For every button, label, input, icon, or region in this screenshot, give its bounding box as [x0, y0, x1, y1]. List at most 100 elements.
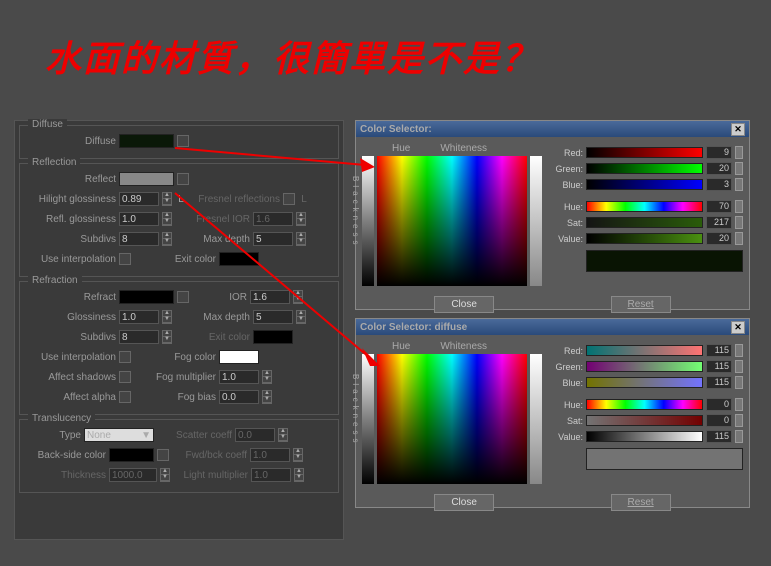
cs1-close-button[interactable]: ✕ — [731, 123, 745, 136]
refract-swatch[interactable] — [119, 290, 174, 304]
cs1-sat-input[interactable]: 217 — [706, 216, 732, 229]
cs2-value-input[interactable]: 115 — [706, 430, 732, 443]
cs1-hue-input[interactable]: 70 — [706, 200, 732, 213]
l-button[interactable]: L — [175, 194, 187, 205]
cs2-blue-input[interactable]: 115 — [706, 376, 732, 389]
refract-map-button[interactable] — [177, 291, 189, 303]
reflgloss-spinner[interactable]: ▲▼ — [162, 212, 172, 226]
maxdepth-spinner[interactable]: ▲▼ — [296, 232, 306, 246]
cs2-value-slider[interactable] — [586, 431, 703, 442]
reflgloss-input[interactable]: 1.0 — [119, 212, 159, 226]
thick-label: Thickness — [26, 470, 106, 481]
subdivs-input[interactable]: 8 — [119, 232, 159, 246]
interp-check[interactable] — [119, 253, 131, 265]
cs1-close-btn[interactable]: Close — [434, 296, 494, 313]
cs1-value-slider[interactable] — [586, 233, 703, 244]
cs1-red-spinner[interactable] — [735, 146, 743, 159]
refraction-group: Refraction Refract IOR 1.6 ▲▼ Glossiness… — [19, 281, 339, 415]
cs1-green-slider[interactable] — [586, 163, 703, 174]
shadows-check[interactable] — [119, 371, 131, 383]
fresnelior-input: 1.6 — [253, 212, 293, 226]
cs2-close-button[interactable]: ✕ — [731, 321, 745, 334]
cs2-sat-slider[interactable] — [586, 415, 703, 426]
subdivs-spinner[interactable]: ▲▼ — [162, 232, 172, 246]
cs2-blackness-bar[interactable] — [362, 354, 374, 484]
back-swatch[interactable] — [109, 448, 154, 462]
cs2-sat-input[interactable]: 0 — [706, 414, 732, 427]
fog-swatch[interactable] — [219, 350, 259, 364]
translucency-legend: Translucency — [28, 413, 95, 424]
rinterp-check[interactable] — [119, 351, 131, 363]
ior-input[interactable]: 1.6 — [250, 290, 290, 304]
cs2-hue-spinner[interactable] — [735, 398, 743, 411]
cs2-green-label: Green: — [548, 362, 583, 372]
hilight-spinner[interactable]: ▲▼ — [162, 192, 172, 206]
cs2-close-btn[interactable]: Close — [434, 494, 494, 511]
ior-spinner[interactable]: ▲▼ — [293, 290, 303, 304]
cs1-sat-spinner[interactable] — [735, 216, 743, 229]
cs2-hue-slider[interactable] — [586, 399, 703, 410]
cs2-red-slider[interactable] — [586, 345, 703, 356]
cs2-hue-input[interactable]: 0 — [706, 398, 732, 411]
cs2-whiteness-bar[interactable] — [530, 354, 542, 484]
l2-button[interactable]: L — [298, 194, 310, 205]
cs1-titlebar[interactable]: Color Selector: ✕ — [356, 121, 749, 137]
fogbias-input[interactable]: 0.0 — [219, 390, 259, 404]
cs2-green-spinner[interactable] — [735, 360, 743, 373]
fogmult-input[interactable]: 1.0 — [219, 370, 259, 384]
fogbias-spinner[interactable]: ▲▼ — [262, 390, 272, 404]
back-map-button[interactable] — [157, 449, 169, 461]
fresnel-check[interactable] — [283, 193, 295, 205]
cs1-reset-btn[interactable]: Reset — [611, 296, 671, 313]
gloss-spinner[interactable]: ▲▼ — [162, 310, 172, 324]
fogmult-spinner[interactable]: ▲▼ — [262, 370, 272, 384]
cs1-hue-slider[interactable] — [586, 201, 703, 212]
diffuse-swatch[interactable] — [119, 134, 174, 148]
hilight-input[interactable]: 0.89 — [119, 192, 159, 206]
exit-swatch[interactable] — [219, 252, 259, 266]
cs1-blue-slider[interactable] — [586, 179, 703, 190]
cs1-blue-spinner[interactable] — [735, 178, 743, 191]
cs2-green-input[interactable]: 115 — [706, 360, 732, 373]
cs2-hue-field[interactable] — [377, 354, 527, 484]
cs1-green-input[interactable]: 20 — [706, 162, 732, 175]
cs2-blue-label: Blue: — [548, 378, 583, 388]
alpha-check[interactable] — [119, 391, 131, 403]
rexit-swatch[interactable] — [253, 330, 293, 344]
cs2-red-input[interactable]: 115 — [706, 344, 732, 357]
cs1-red-input[interactable]: 9 — [706, 146, 732, 159]
rmaxdepth-input[interactable]: 5 — [253, 310, 293, 324]
cs2-red-label: Red: — [548, 346, 583, 356]
reflect-map-button[interactable] — [177, 173, 189, 185]
cs2-sat-label: Sat: — [548, 416, 583, 426]
cs2-blue-spinner[interactable] — [735, 376, 743, 389]
maxdepth-input[interactable]: 5 — [253, 232, 293, 246]
cs2-reset-btn[interactable]: Reset — [611, 494, 671, 511]
cs1-blue-input[interactable]: 3 — [706, 178, 732, 191]
cs1-green-spinner[interactable] — [735, 162, 743, 175]
cs1-red-slider[interactable] — [586, 147, 703, 158]
cs1-blackness-bar[interactable] — [362, 156, 374, 286]
rmaxdepth-spinner[interactable]: ▲▼ — [296, 310, 306, 324]
gloss-input[interactable]: 1.0 — [119, 310, 159, 324]
cs1-sat-slider[interactable] — [586, 217, 703, 228]
cs2-titlebar[interactable]: Color Selector: diffuse ✕ — [356, 319, 749, 335]
reflect-swatch[interactable] — [119, 172, 174, 186]
reflgloss-label: Refl. glossiness — [26, 214, 116, 225]
cs2-blue-slider[interactable] — [586, 377, 703, 388]
rsubdivs-spinner[interactable]: ▲▼ — [162, 330, 172, 344]
cs2-value-spinner[interactable] — [735, 430, 743, 443]
cs1-hue-spinner[interactable] — [735, 200, 743, 213]
type-select[interactable]: None▼ — [84, 428, 154, 442]
cs1-black-label: Blackness — [351, 176, 360, 248]
cs2-green-slider[interactable] — [586, 361, 703, 372]
diffuse-map-button[interactable] — [177, 135, 189, 147]
cs1-value-input[interactable]: 20 — [706, 232, 732, 245]
cs2-sat-spinner[interactable] — [735, 414, 743, 427]
cs1-value-spinner[interactable] — [735, 232, 743, 245]
rsubdivs-input[interactable]: 8 — [119, 330, 159, 344]
cs2-red-spinner[interactable] — [735, 344, 743, 357]
rinterp-label: Use interpolation — [26, 352, 116, 363]
cs1-whiteness-bar[interactable] — [530, 156, 542, 286]
cs1-hue-field[interactable] — [377, 156, 527, 286]
